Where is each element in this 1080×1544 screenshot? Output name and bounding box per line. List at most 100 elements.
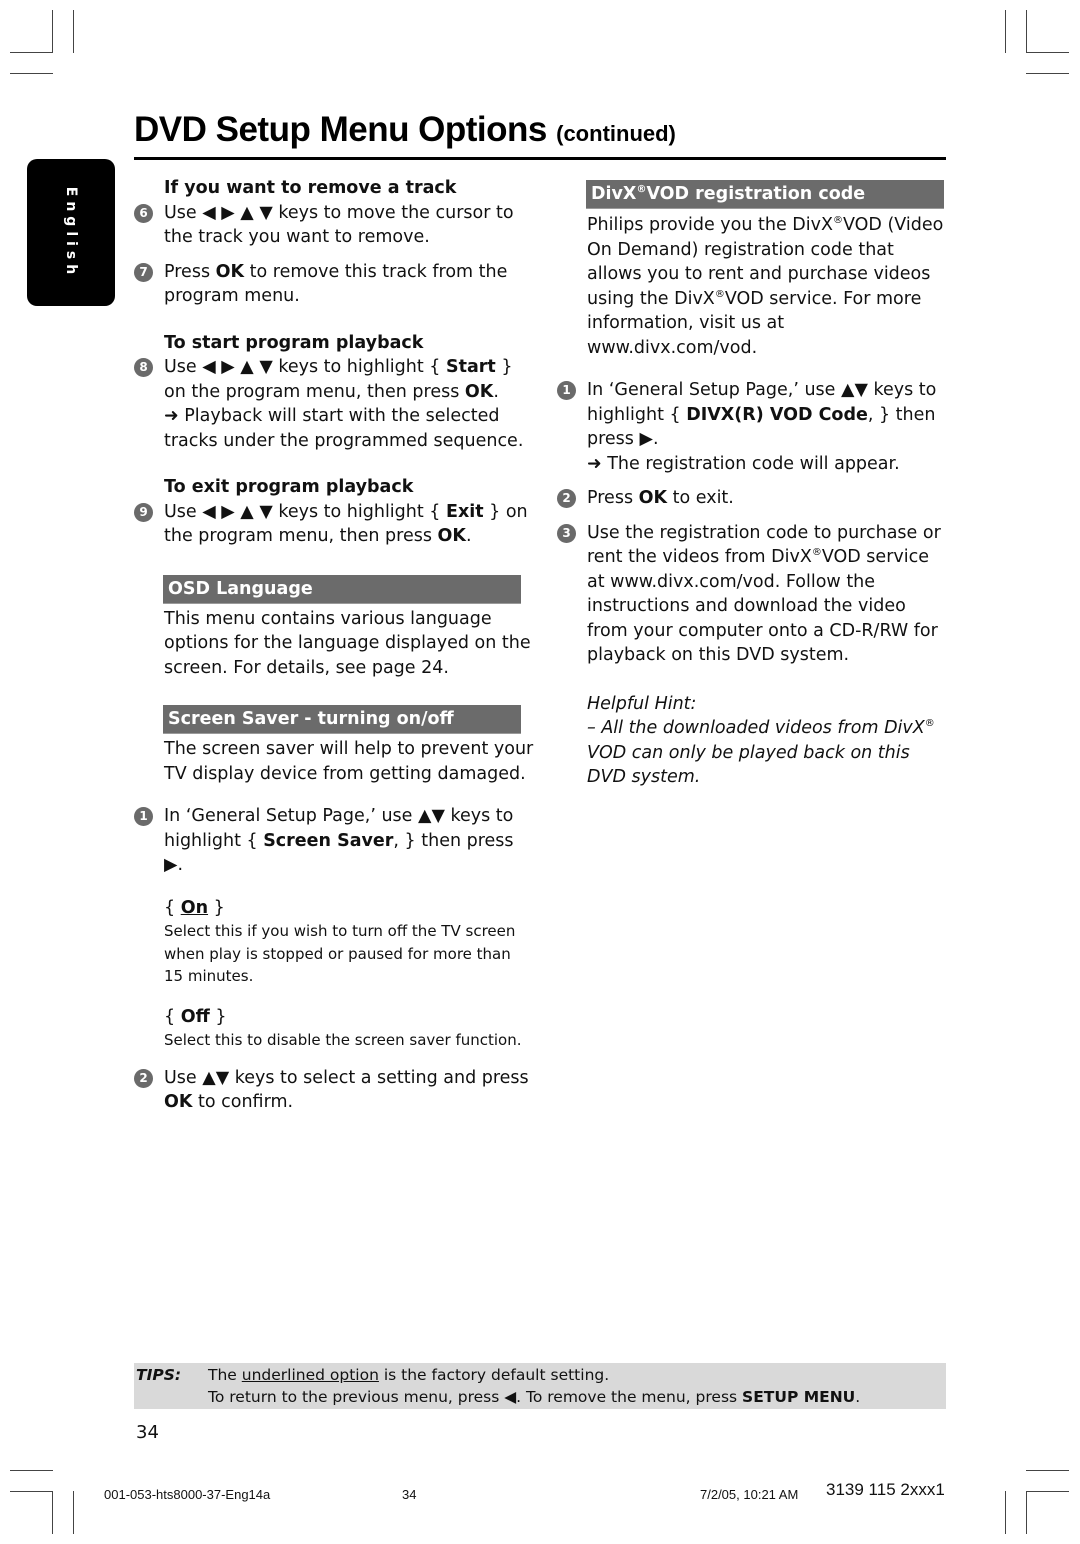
step-9: 9 Use ◀ ▶ ▲ ▼ keys to highlight { Exit }…: [134, 500, 534, 549]
option-off-description: Select this to disable the screen saver …: [164, 1031, 522, 1049]
crop-mark: [1026, 1470, 1069, 1471]
option-on: { On }: [164, 896, 534, 921]
crop-mark: [1005, 1491, 1006, 1534]
option-off-label: Off: [180, 1006, 210, 1027]
crop-mark: [52, 10, 53, 53]
crop-mark: [1026, 73, 1069, 74]
tips-line-1: The underlined option is the factory def…: [208, 1364, 860, 1386]
ok-key-label: OK: [164, 1092, 193, 1112]
footer-page: 34: [402, 1487, 417, 1502]
step-text: .: [465, 526, 472, 546]
brace: }: [208, 897, 225, 918]
step-text: Press: [164, 261, 216, 282]
footer-datetime: 7/2/05, 10:21 AM: [700, 1487, 799, 1502]
page-number: 34: [136, 1422, 159, 1443]
crop-mark: [1026, 10, 1027, 53]
crop-mark: [1026, 1491, 1027, 1534]
tips-line-2: To return to the previous menu, press ◀.…: [208, 1386, 860, 1408]
crop-mark: [1026, 52, 1069, 53]
brace: {: [164, 1006, 181, 1027]
step-text: Press: [587, 488, 639, 508]
tips-text: is the factory default setting.: [378, 1366, 610, 1384]
step-text: .: [493, 381, 499, 402]
crop-mark: [73, 1491, 74, 1534]
step-number-badge: 6: [134, 203, 153, 223]
underlined-option-text: underlined option: [241, 1366, 379, 1384]
option-on-label: On: [180, 897, 209, 918]
registered-mark: ®: [636, 184, 647, 196]
tips-text: The: [208, 1366, 242, 1384]
right-column: DivX®VOD registration code Philips provi…: [557, 180, 947, 790]
screen-saver-option-label: Screen Saver: [263, 830, 394, 851]
option-on-description: Select this if you wish to turn off the …: [164, 922, 516, 985]
step-number-badge: 2: [134, 1068, 153, 1088]
divx-section-header: DivX®VOD registration code: [586, 180, 944, 209]
footer-filename: 001-053-hts8000-37-Eng14a: [104, 1487, 271, 1502]
divx-step-2: 2 Press OK to exit.: [557, 486, 947, 511]
footer-product-code: 3139 115 2xxx1: [826, 1480, 945, 1499]
exit-playback-heading: To exit program playback: [164, 477, 414, 497]
body-text: Philips provide you the DivX: [587, 215, 833, 235]
language-tab: English: [27, 159, 115, 306]
page-title-main: DVD Setup Menu Options: [134, 110, 547, 149]
step-number-badge: 8: [134, 358, 153, 377]
tips-box: TIPS: The underlined option is the facto…: [134, 1363, 946, 1409]
step-number-badge: 9: [134, 502, 153, 522]
start-option-label: Start: [445, 357, 496, 377]
step-result: ➜ Playback will start with the selected …: [164, 406, 524, 451]
step-text: Use ▲▼ keys to select a setting and pres…: [164, 1067, 529, 1088]
ok-key-label: OK: [215, 261, 245, 282]
screen-saver-section-header: Screen Saver - turning on/off: [163, 705, 521, 734]
step-text: Use ◀ ▶ ▲ ▼ keys to highlight {: [164, 357, 446, 377]
crop-mark: [52, 1491, 53, 1534]
step-number-badge: 2: [557, 489, 576, 508]
step-result: ➜ The registration code will appear.: [587, 453, 900, 474]
tips-text: To return to the previous menu, press ◀.…: [208, 1388, 743, 1406]
title-rule: [134, 157, 946, 160]
crop-mark: [10, 52, 53, 53]
divx-title-text: VOD registration code: [646, 184, 866, 204]
crop-mark: [1005, 10, 1006, 53]
registered-mark: ®: [924, 718, 935, 730]
language-tab-label: English: [63, 186, 79, 279]
start-playback-heading: To start program playback: [164, 332, 424, 353]
step-text: to confirm.: [192, 1092, 294, 1112]
page-title: DVD Setup Menu Options (continued): [134, 110, 676, 150]
brace: }: [209, 1006, 227, 1027]
step-text: to exit.: [667, 488, 734, 508]
screen-saver-step-1: 1 In ‘General Setup Page,’ use ▲▼ keys t…: [134, 804, 534, 878]
tips-text: .: [855, 1388, 861, 1406]
remove-track-heading: If you want to remove a track: [164, 178, 457, 198]
osd-language-section-header: OSD Language: [163, 574, 521, 604]
page-title-suffix: (continued): [556, 121, 676, 146]
exit-option-label: Exit: [445, 501, 484, 522]
step-7: 7 Press OK to remove this track from the…: [134, 260, 534, 309]
step-8: 8 Use ◀ ▶ ▲ ▼ keys to highlight { Start …: [134, 355, 534, 453]
tips-lines: The underlined option is the factory def…: [208, 1364, 860, 1408]
crop-mark: [10, 73, 53, 74]
registered-mark: ®: [832, 215, 843, 227]
ok-key-label: OK: [437, 526, 466, 546]
ok-key-label: OK: [638, 488, 668, 508]
osd-language-body: This menu contains various language opti…: [164, 608, 531, 678]
helpful-hint-text: – All the downloaded videos from DivX® V…: [587, 716, 947, 790]
option-off: { Off }: [164, 1005, 534, 1030]
tips-label: TIPS:: [136, 1366, 182, 1384]
crop-mark: [10, 1470, 53, 1471]
crop-mark: [10, 1491, 53, 1492]
helpful-hint-title: Helpful Hint:: [587, 693, 697, 714]
divx-vod-code-label: DIVX(R) VOD Code: [686, 404, 868, 425]
divx-step-1: 1 In ‘General Setup Page,’ use ▲▼ keys t…: [557, 378, 947, 476]
hint-text: VOD can only be played back on this DVD …: [587, 742, 910, 788]
step-number-badge: 1: [557, 381, 576, 400]
left-column: If you want to remove a track 6 Use ◀ ▶ …: [134, 176, 534, 1115]
divx-body: Philips provide you the DivX®VOD (Video …: [587, 213, 947, 360]
divx-title-text: DivX: [591, 184, 637, 204]
brace: {: [164, 897, 181, 918]
screen-saver-step-2: 2 Use ▲▼ keys to select a setting and pr…: [134, 1066, 534, 1115]
step-number-badge: 1: [134, 807, 153, 826]
crop-mark: [73, 10, 74, 53]
registered-mark: ®: [811, 547, 822, 559]
setup-menu-key-label: SETUP MENU: [742, 1388, 856, 1406]
hint-text: – All the downloaded videos from DivX: [587, 718, 925, 738]
